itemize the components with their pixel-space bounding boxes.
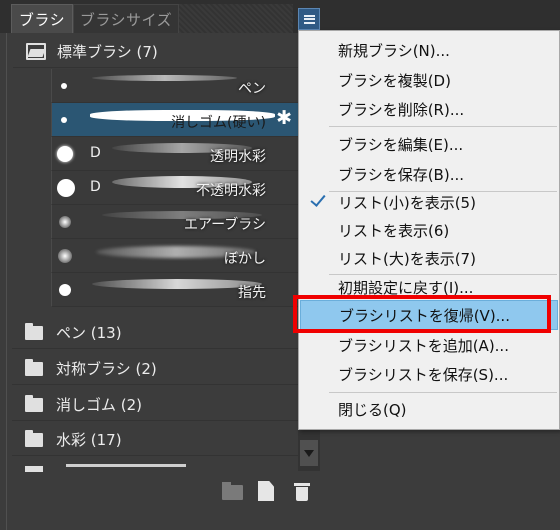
panel-menu-button[interactable] [298, 8, 320, 30]
folder-label: 水彩 (17) [56, 431, 122, 449]
menu-item-delete-brush[interactable]: ブラシを削除(R)... [300, 94, 558, 124]
brush-tip-icon [61, 82, 67, 89]
brush-tip-icon [59, 283, 71, 296]
menu-item-close[interactable]: 閉じる(Q) [300, 394, 558, 424]
brush-panel-menu: 新規ブラシ(N)... ブラシを複製(D) ブラシを削除(R)... ブラシを編… [298, 30, 560, 430]
folder-icon [25, 429, 43, 447]
menu-item-save-brush[interactable]: ブラシを保存(B)... [300, 159, 558, 189]
new-folder-icon[interactable] [222, 482, 243, 500]
brush-prefix: D [90, 179, 101, 195]
menu-separator [329, 126, 557, 127]
brush-item-opaque-watercolor[interactable]: D 不透明水彩 [51, 171, 298, 205]
stroke-preview [92, 75, 237, 81]
tab-bar-filler [179, 4, 293, 33]
folder-open-icon [26, 42, 46, 60]
panel-bottom-toolbar [220, 480, 330, 504]
menu-item-label: リスト(小)を表示(5) [338, 193, 476, 212]
brush-item-transparent-watercolor[interactable]: D 透明水彩 [51, 137, 298, 171]
tab-brush-size[interactable]: ブラシサイズ [73, 4, 179, 33]
brush-tip-icon [58, 248, 72, 263]
folder-icon [25, 394, 43, 412]
stroke-preview [92, 279, 262, 289]
tab-brush[interactable]: ブラシ [11, 4, 73, 33]
menu-separator [329, 392, 557, 393]
highlight-callout [293, 295, 551, 333]
brush-name: ペン [238, 81, 266, 97]
folder-label: 対称ブラシ (2) [56, 360, 157, 378]
menu-item-list-normal[interactable]: リストを表示(6) [300, 215, 558, 245]
menu-item-add-brush-list[interactable]: ブラシリストを追加(A)... [300, 330, 558, 360]
brush-tip-icon [61, 116, 67, 123]
brush-name: エアーブラシ [183, 217, 266, 233]
brush-item-airbrush[interactable]: エアーブラシ [51, 205, 298, 239]
brush-tip-icon [57, 145, 73, 162]
brush-item-finger[interactable]: 指先 [51, 273, 298, 307]
brush-tip-icon [57, 178, 75, 197]
menu-item-list-large[interactable]: リスト(大)を表示(7) [300, 243, 558, 273]
brush-item-eraser-hard[interactable]: 消しゴム(硬い) ✱ [51, 103, 298, 137]
checkmark-icon [310, 191, 326, 209]
brush-tip-icon [59, 215, 71, 228]
folder-label: 標準ブラシ (7) [57, 43, 158, 61]
folder-pen[interactable]: ペン (13) [12, 317, 304, 349]
folder-eraser[interactable]: 消しゴム (2) [12, 389, 304, 421]
brush-item-pen[interactable]: ペン [51, 69, 298, 103]
brush-name: 透明水彩 [210, 149, 266, 165]
scroll-down-button[interactable] [300, 440, 318, 466]
gear-icon[interactable]: ✱ [276, 107, 292, 129]
menu-item-duplicate-brush[interactable]: ブラシを複製(D) [300, 65, 558, 95]
brush-name: 不透明水彩 [196, 183, 266, 199]
menu-item-new-brush[interactable]: 新規ブラシ(N)... [300, 35, 558, 65]
new-brush-icon[interactable] [258, 481, 274, 501]
brush-item-blur[interactable]: ぼかし [51, 239, 298, 273]
brush-prefix: D [90, 145, 101, 161]
trash-icon[interactable] [294, 483, 310, 501]
menu-item-list-small[interactable]: リスト(小)を表示(5) [300, 187, 558, 217]
hamburger-icon [303, 14, 315, 24]
menu-separator [329, 274, 557, 275]
tab-bar: ブラシ ブラシサイズ [0, 0, 560, 33]
menu-item-save-brush-list[interactable]: ブラシリストを保存(S)... [300, 359, 558, 389]
folder-label: ペン (13) [56, 324, 122, 342]
brush-name: 指先 [238, 285, 266, 301]
folder-partial-next [18, 458, 298, 472]
menu-item-edit-brush[interactable]: ブラシを編集(E)... [300, 129, 558, 159]
folder-watercolor[interactable]: 水彩 (17) [12, 424, 304, 456]
folder-icon [25, 322, 43, 340]
brush-name: 消しゴム(硬い) [171, 115, 266, 131]
folder-icon [25, 358, 43, 376]
folder-symmetry-brush[interactable]: 対称ブラシ (2) [12, 353, 304, 385]
brush-name: ぼかし [224, 251, 266, 267]
folder-standard-brushes[interactable]: 標準ブラシ (7) [13, 36, 305, 68]
folder-label: 消しゴム (2) [56, 396, 143, 414]
